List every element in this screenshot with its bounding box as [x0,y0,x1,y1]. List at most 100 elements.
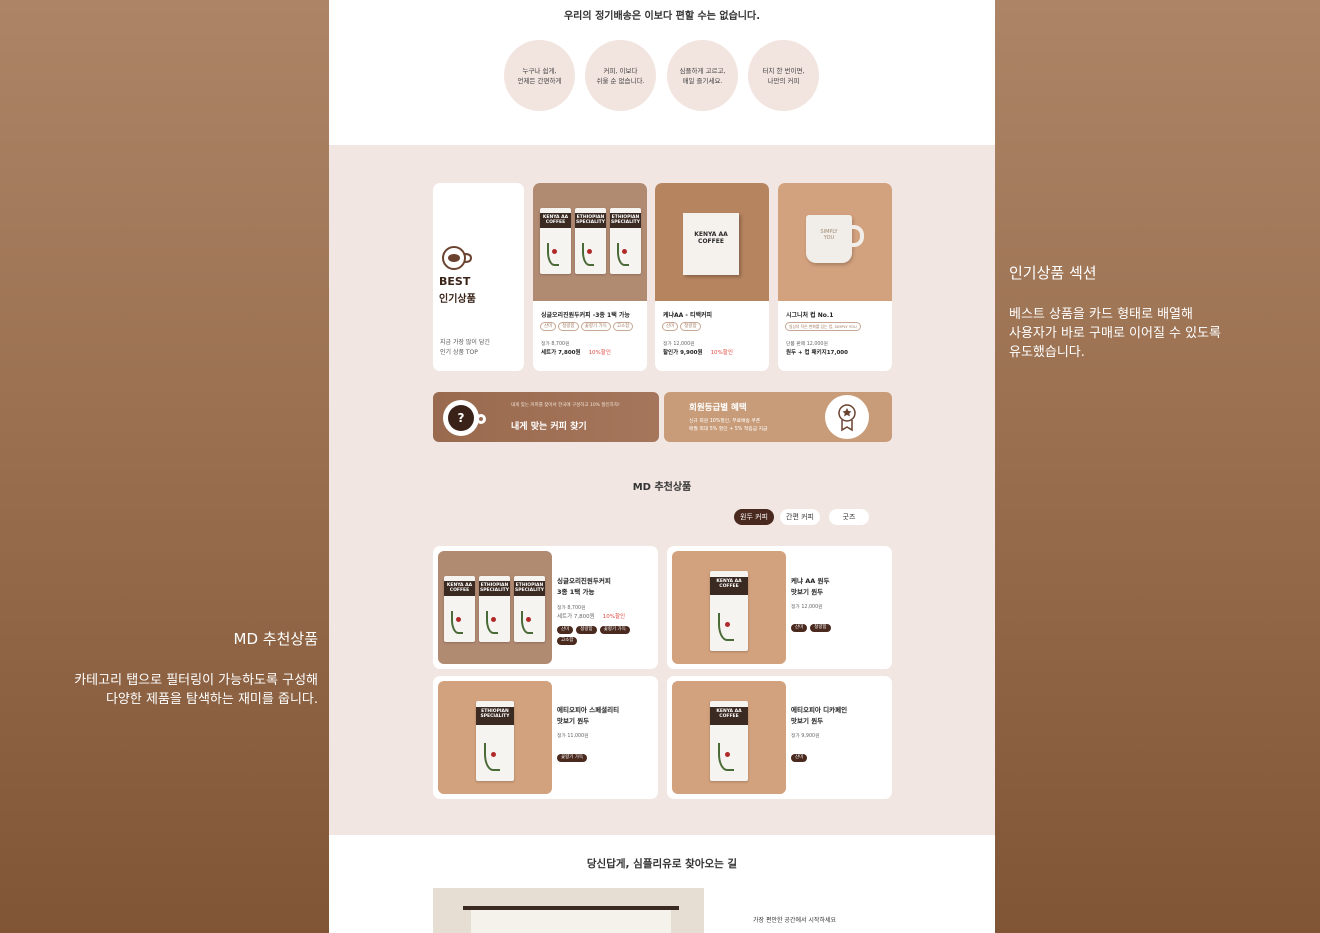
best-subtitle: 인기상품 [439,294,476,305]
product-name[interactable]: 케냐AA - 티백커피 [663,310,712,321]
side-note-md: MD 추천상품 카테고리 탭으로 필터링이 가능하도록 구성해 다양한 제품을 … [20,628,318,709]
coffee-cup-icon: ? [443,400,487,436]
product-tag: 청량함 [576,626,597,634]
product-image: KENYA AA COFFEE [655,183,769,301]
best-product-card[interactable]: KENYA AA COFFEE ETHIOPIAN SPECIALITY ETH… [533,183,647,371]
product-name[interactable]: 싱글오리진원두커피 [557,576,611,587]
product-tags: 산미 청량함 [662,322,701,331]
best-product-card[interactable]: SIMPLY YOU 시그니처 컵 No.1 일상의 작은 변화를 담는 컵, … [778,183,892,371]
product-tag: 고소함 [557,637,578,645]
product-tags: 산미 청량함 꽃향기 가득 고소함 [557,626,647,645]
product-price-original: 정가 8,700원 [557,606,586,611]
intro-headline: 우리의 정기배송은 이보다 편할 수는 없습니다. [563,11,760,22]
product-name[interactable]: 3종 1택 가능 [557,587,595,598]
product-price: 세트가 7,800원 10%할인 [557,614,626,620]
product-name[interactable]: 시그니처 컵 No.1 [786,310,833,321]
best-desc: 지금 가장 많이 담긴 [440,339,490,346]
product-price: 원두 + 컵 패키지17,000 [786,350,848,356]
product-price: 할인가 9,900원 10%할인 [663,350,733,356]
tab-bean-coffee[interactable]: 원두 커피 [734,509,774,525]
product-image: KENYA AA COFFEE ETHIOPIAN SPECIALITY ETH… [438,551,552,664]
product-name[interactable]: 싱글오리진원두커피 -3종 1택 가능 [541,310,630,321]
banner-subtext: 매월 최대 5% 할인 + 5% 적립금 지급 [689,427,768,432]
product-name[interactable]: 케냐 AA 원두 [791,576,830,587]
discount-label: 10%할인 [602,614,626,620]
tab-goods[interactable]: 굿즈 [829,509,869,525]
product-tags: 산미 청량함 [791,624,831,632]
product-name[interactable]: 맛보기 원두 [791,587,823,598]
side-note-title: MD 추천상품 [233,630,318,648]
product-price-original: 정가 8,700원 [541,342,570,347]
tea-box-image: KENYA AA COFFEE [683,213,739,275]
md-product-card[interactable]: ETHIOPIAN SPECIALITY 에티오피아 스페셜리티 맛보기 원두 … [433,676,658,799]
coffee-bag-image: ETHIOPIAN SPECIALITY [575,208,606,274]
medal-icon [825,395,869,439]
product-tags: 산미 [791,754,808,762]
side-note-line: 베스트 상품을 카드 형태로 배열해 [1009,307,1193,322]
mug-image: SIMPLY YOU [806,215,852,263]
product-price-original: 정가 11,000원 [557,734,589,739]
side-note-title: 인기상품 섹션 [1009,264,1097,282]
product-tag: 고소함 [612,322,634,331]
coffee-bag-image: ETHIOPIAN SPECIALITY [610,208,641,274]
feature-circle: 터치 한 번이면, 나만의 커피 [748,40,819,111]
best-desc: 인기 상품 TOP [440,349,478,356]
banner-subtext: 신규 회원 10%할인, 무료배송 쿠폰 [689,419,761,424]
coffee-bag-image: KENYA AA COFFEE [540,208,571,274]
feature-circle: 심플하게 고르고, 매일 즐기세요. [667,40,738,111]
product-tags: 꽃향기 가득 [557,754,588,762]
product-image: SIMPLY YOU [778,183,892,301]
product-price-original: 정가 9,900원 [791,734,820,739]
product-name[interactable]: 맛보기 원두 [791,716,823,727]
side-note-line: 카테고리 탭으로 필터링이 가능하도록 구성해 [74,673,318,688]
product-price-original: 단품 판매 12,000원 [786,342,828,347]
best-title: BEST [439,275,471,288]
product-tags: 일상의 작은 변화를 담는 컵, SIMPLY YOU [785,322,861,331]
product-tag: 꽃향기 가득 [599,626,630,634]
find-coffee-banner[interactable]: ? 내게 맞는 커피를 찾아서 한국에 구성하고 10% 할인하자! 내게 맞는… [433,392,659,442]
discount-label: 10%할인 [588,350,611,356]
side-note-best: 인기상품 섹션 베스트 상품을 카드 형태로 배열해 사용자가 바로 구매로 이… [1009,262,1309,362]
product-name[interactable]: 맛보기 원두 [557,716,589,727]
directions-title: 당신답게, 심플리유로 찾아오는 길 [586,858,738,870]
product-tag: 산미 [540,322,557,331]
page-canvas: 우리의 정기배송은 이보다 편할 수는 없습니다. 누구나 쉽게, 언제든 간편… [329,0,995,933]
product-tag: 청량함 [810,624,831,632]
md-product-card[interactable]: KENYA AA COFFEE ETHIOPIAN SPECIALITY ETH… [433,546,658,669]
product-image: KENYA AA COFFEE [672,681,786,794]
best-label-card: BEST 인기상품 지금 가장 많이 담긴 인기 상품 TOP [433,183,524,371]
discount-label: 10%할인 [710,350,733,356]
product-tag: 산미 [791,624,808,632]
side-note-line: 유도했습니다. [1009,345,1085,360]
best-product-card[interactable]: KENYA AA COFFEE 케냐AA - 티백커피 산미 청량함 정가 12… [655,183,769,371]
coffee-bean-icon [440,245,474,271]
md-section-title: MD 추천상품 [632,482,692,493]
banner-title: 회원등급별 혜택 [689,403,747,413]
banner-subtext: 내게 맞는 커피를 찾아서 한국에 구성하고 10% 할인하자! [511,403,620,408]
banner-title: 내게 맞는 커피 찾기 [511,422,587,432]
md-product-card[interactable]: KENYA AA COFFEE 에티오피아 디카페인 맛보기 원두 정가 9,9… [667,676,892,799]
directions-caption: 가장 편안한 공간에서 시작하세요 [753,917,837,924]
product-price-original: 정가 12,000원 [663,342,695,347]
product-tag: 산미 [662,322,679,331]
md-product-card[interactable]: KENYA AA COFFEE 케냐 AA 원두 맛보기 원두 정가 12,00… [667,546,892,669]
product-image: ETHIOPIAN SPECIALITY [438,681,552,794]
product-tag: 일상의 작은 변화를 담는 컵, SIMPLY YOU [785,322,861,331]
product-tag: 산미 [791,754,808,762]
product-image: KENYA AA COFFEE ETHIOPIAN SPECIALITY ETH… [533,183,647,301]
product-tag: 청량함 [558,322,579,331]
product-name[interactable]: 에티오피아 스페셜리티 [557,705,619,716]
member-benefit-banner[interactable]: 회원등급별 혜택 신규 회원 10%할인, 무료배송 쿠폰 매월 최대 5% 할… [664,392,892,442]
product-name[interactable]: 에티오피아 디카페인 [791,705,847,716]
feature-circle: 누구나 쉽게, 언제든 간편하게 [504,40,575,111]
product-tag: 꽃향기 가득 [580,322,611,331]
product-image: KENYA AA COFFEE [672,551,786,664]
side-note-line: 사용자가 바로 구매로 이어질 수 있도록 [1009,326,1222,341]
tab-easy-coffee[interactable]: 간편 커피 [780,509,820,525]
feature-circle: 커피, 이보다 쉬울 순 없습니다. [585,40,656,111]
product-tag: 꽃향기 가득 [557,754,588,762]
product-tag: 산미 [557,626,574,634]
product-tags: 산미 청량함 꽃향기 가득 고소함 [540,322,644,331]
product-price-original: 정가 12,000원 [791,605,823,610]
side-note-line: 다양한 제품을 탐색하는 재미를 줍니다. [105,692,318,707]
